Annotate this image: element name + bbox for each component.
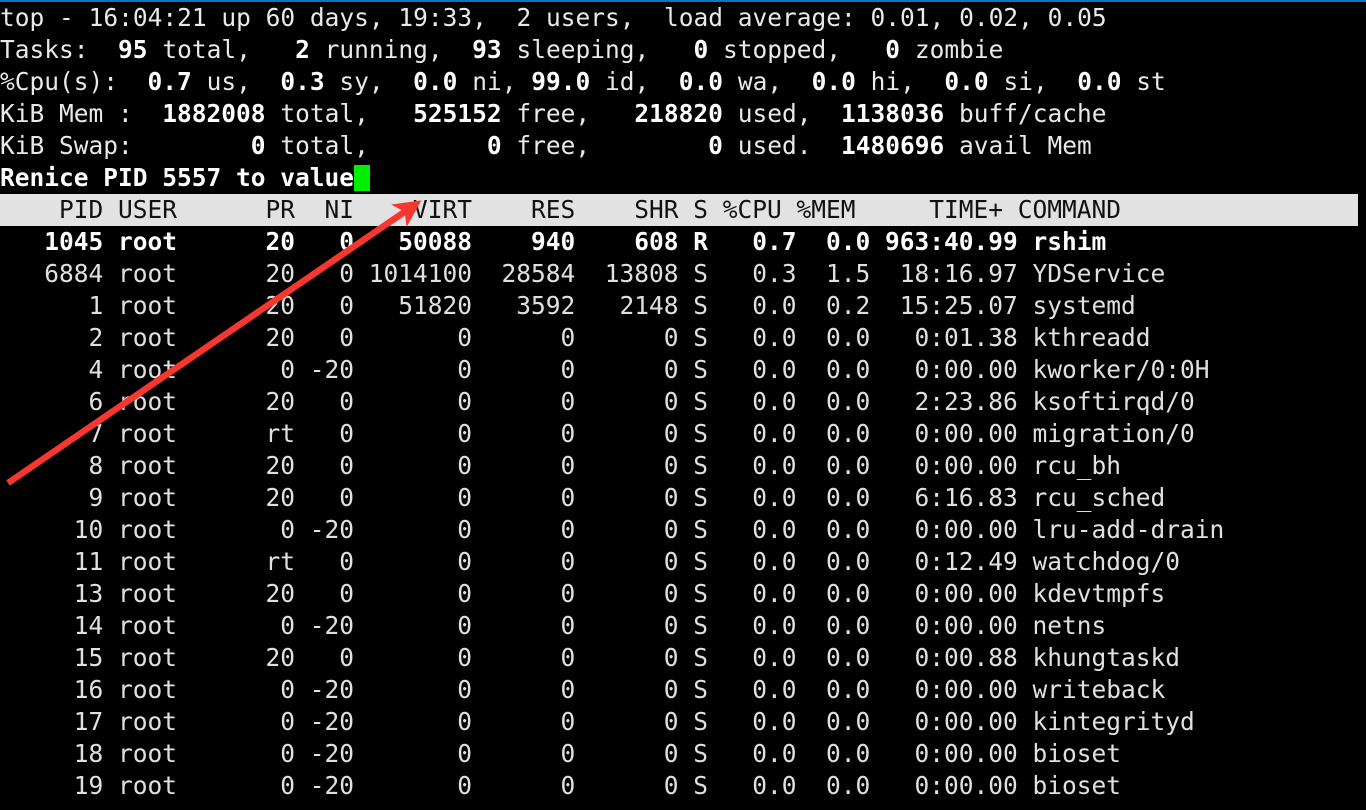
cpu-wa-label: wa, — [738, 67, 782, 96]
summary-load-1: 0.01, — [871, 3, 945, 32]
mem-used-label: used, — [738, 99, 812, 128]
tasks-label: Tasks: — [0, 35, 89, 64]
process-row[interactable]: 10 root 0 -20 0 0 0 S 0.0 0.0 0:00.00 lr… — [0, 514, 1366, 546]
cpu-us-value: 0.7 — [148, 67, 192, 96]
cpu-si-label: si, — [1003, 67, 1047, 96]
mem-free-value: 525152 — [413, 99, 502, 128]
swap-avail-value: 1480696 — [841, 131, 944, 160]
process-row[interactable]: 14 root 0 -20 0 0 0 S 0.0 0.0 0:00.00 ne… — [0, 610, 1366, 642]
cpu-st-label: st — [1136, 67, 1166, 96]
process-row[interactable]: 6 root 20 0 0 0 0 S 0.0 0.0 2:23.86 ksof… — [0, 386, 1366, 418]
cpu-hi-label: hi, — [871, 67, 915, 96]
process-row[interactable]: 4 root 0 -20 0 0 0 S 0.0 0.0 0:00.00 kwo… — [0, 354, 1366, 386]
process-row[interactable]: 18 root 0 -20 0 0 0 S 0.0 0.0 0:00.00 bi… — [0, 738, 1366, 770]
top-summary-line-uptime: top - 16:04:21 up 60 days, 19:33, 2 user… — [0, 2, 1366, 34]
summary-users-label: users, — [546, 3, 635, 32]
swap-total-label: total, — [280, 131, 369, 160]
tasks-running-label: running, — [325, 35, 443, 64]
swap-label: KiB Swap: — [0, 131, 133, 160]
summary-time: 16:04:21 — [89, 3, 207, 32]
swap-avail-label: avail Mem — [959, 131, 1092, 160]
summary-program: top — [0, 3, 44, 32]
process-row[interactable]: 1 root 20 0 51820 3592 2148 S 0.0 0.2 15… — [0, 290, 1366, 322]
cpu-sy-label: sy, — [339, 67, 383, 96]
process-table-header[interactable]: PID USER PR NI VIRT RES SHR S %CPU %MEM … — [0, 194, 1358, 226]
process-row[interactable]: 11 root rt 0 0 0 0 S 0.0 0.0 0:12.49 wat… — [0, 546, 1366, 578]
renice-prompt-row[interactable]: Renice PID 5557 to value — [0, 162, 1366, 194]
top-summary-line-swap: KiB Swap: 0 total, 0 free, 0 used. 14806… — [0, 130, 1366, 162]
cpu-sy-value: 0.3 — [280, 67, 324, 96]
terminal-screen: top - 16:04:21 up 60 days, 19:33, 2 user… — [0, 0, 1366, 810]
top-summary-line-cpu: %Cpu(s): 0.7 us, 0.3 sy, 0.0 ni, 99.0 id… — [0, 66, 1366, 98]
tasks-stopped-label: stopped, — [723, 35, 841, 64]
process-row[interactable]: 16 root 0 -20 0 0 0 S 0.0 0.0 0:00.00 wr… — [0, 674, 1366, 706]
summary-uptime-hm: 19:33, — [398, 3, 487, 32]
tasks-total-label: total, — [162, 35, 251, 64]
mem-free-label: free, — [516, 99, 590, 128]
process-row[interactable]: 7 root rt 0 0 0 0 S 0.0 0.0 0:00.00 migr… — [0, 418, 1366, 450]
cpu-us-label: us, — [207, 67, 251, 96]
process-row[interactable]: 9 root 20 0 0 0 0 S 0.0 0.0 6:16.83 rcu_… — [0, 482, 1366, 514]
mem-total-label: total, — [280, 99, 369, 128]
mem-buff-label: buff/cache — [959, 99, 1107, 128]
cpu-hi-value: 0.0 — [812, 67, 856, 96]
mem-used-value: 218820 — [634, 99, 723, 128]
summary-load-label: load average: — [664, 3, 856, 32]
swap-used-label: used. — [738, 131, 812, 160]
cpu-id-label: id, — [605, 67, 649, 96]
swap-free-value: 0 — [487, 131, 502, 160]
cpu-label: %Cpu(s): — [0, 67, 118, 96]
terminal-content: top - 16:04:21 up 60 days, 19:33, 2 user… — [0, 2, 1366, 802]
tasks-total-value: 95 — [118, 35, 148, 64]
process-row[interactable]: 2 root 20 0 0 0 0 S 0.0 0.0 0:01.38 kthr… — [0, 322, 1366, 354]
top-summary-line-mem: KiB Mem : 1882008 total, 525152 free, 21… — [0, 98, 1366, 130]
summary-dash: - — [59, 3, 74, 32]
tasks-zombie-value: 0 — [885, 35, 900, 64]
tasks-sleeping-value: 93 — [472, 35, 502, 64]
tasks-sleeping-label: sleeping, — [516, 35, 649, 64]
cpu-wa-value: 0.0 — [679, 67, 723, 96]
summary-uptime-days: 60 days, — [266, 3, 384, 32]
cpu-si-value: 0.0 — [944, 67, 988, 96]
summary-load-15: 0.05 — [1048, 3, 1107, 32]
mem-label: KiB Mem : — [0, 99, 133, 128]
process-row[interactable]: 17 root 0 -20 0 0 0 S 0.0 0.0 0:00.00 ki… — [0, 706, 1366, 738]
text-cursor — [354, 165, 370, 191]
process-row[interactable]: 1045 root 20 0 50088 940 608 R 0.7 0.0 9… — [0, 226, 1366, 258]
summary-load-5: 0.02, — [959, 3, 1033, 32]
tasks-stopped-value: 0 — [693, 35, 708, 64]
cpu-ni-label: ni, — [472, 67, 516, 96]
process-row[interactable]: 13 root 20 0 0 0 0 S 0.0 0.0 0:00.00 kde… — [0, 578, 1366, 610]
process-row[interactable]: 6884 root 20 0 1014100 28584 13808 S 0.3… — [0, 258, 1366, 290]
cpu-st-value: 0.0 — [1077, 67, 1121, 96]
cpu-ni-value: 0.0 — [413, 67, 457, 96]
mem-buff-value: 1138036 — [841, 99, 944, 128]
process-row[interactable]: 15 root 20 0 0 0 0 S 0.0 0.0 0:00.88 khu… — [0, 642, 1366, 674]
process-row[interactable]: 8 root 20 0 0 0 0 S 0.0 0.0 0:00.00 rcu_… — [0, 450, 1366, 482]
tasks-zombie-label: zombie — [915, 35, 1004, 64]
process-list: 1045 root 20 0 50088 940 608 R 0.7 0.0 9… — [0, 226, 1366, 802]
summary-users-count: 2 — [516, 3, 531, 32]
top-summary-line-tasks: Tasks: 95 total, 2 running, 93 sleeping,… — [0, 34, 1366, 66]
summary-up-label: up — [221, 3, 251, 32]
cpu-id-value: 99.0 — [531, 67, 590, 96]
tasks-running-value: 2 — [295, 35, 310, 64]
swap-used-value: 0 — [708, 131, 723, 160]
renice-prompt-label: Renice PID 5557 to value — [0, 163, 354, 192]
swap-free-label: free, — [516, 131, 590, 160]
mem-total-value: 1882008 — [162, 99, 265, 128]
swap-total-value: 0 — [251, 131, 266, 160]
process-row[interactable]: 19 root 0 -20 0 0 0 S 0.0 0.0 0:00.00 bi… — [0, 770, 1366, 802]
